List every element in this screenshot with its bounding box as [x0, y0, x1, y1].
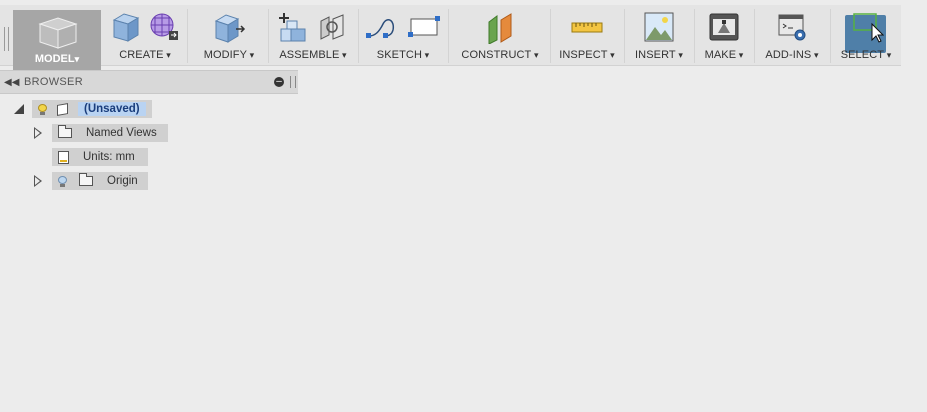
sketch-label: SKETCH [377, 49, 429, 61]
new-component-icon[interactable] [277, 11, 309, 43]
browser-title: BROWSER [24, 76, 83, 88]
toolbar-grip[interactable] [4, 27, 9, 51]
panel-resize-handle[interactable] [290, 76, 296, 88]
push-pull-icon[interactable] [212, 11, 246, 43]
offset-plane-icon[interactable] [483, 10, 517, 44]
construct-menu[interactable]: CONSTRUCT [452, 5, 548, 65]
expand-toggle-icon[interactable] [14, 104, 24, 114]
toolbar-divider [358, 9, 359, 63]
construct-label: CONSTRUCT [461, 49, 538, 61]
origin-node[interactable]: Origin [52, 172, 148, 190]
minimize-icon[interactable]: – [274, 77, 284, 87]
3d-print-icon[interactable] [708, 11, 740, 43]
named-views-label: Named Views [86, 127, 157, 139]
browser-item-named-views[interactable]: Named Views [34, 123, 168, 143]
select-label: SELECT [841, 49, 892, 61]
insert-menu[interactable]: INSERT [626, 5, 692, 65]
modify-label: MODIFY [204, 49, 255, 61]
select-menu[interactable]: SELECT [832, 5, 900, 65]
units-document-icon [58, 150, 69, 164]
units-node[interactable]: Units: mm [52, 148, 148, 166]
add-ins-label: ADD-INS [765, 49, 818, 61]
visibility-bulb-icon[interactable] [38, 103, 47, 115]
collapse-panel-icon[interactable]: ◀◀ [4, 77, 20, 88]
browser-header: ◀◀ BROWSER – [0, 70, 298, 94]
origin-label: Origin [107, 175, 138, 187]
make-label: MAKE [705, 49, 744, 61]
rectangle-icon[interactable] [407, 12, 441, 42]
browser-item-origin[interactable]: Origin [34, 171, 148, 191]
folder-icon [58, 125, 72, 138]
toolbar-divider [550, 9, 551, 63]
modify-menu[interactable]: MODIFY [190, 5, 268, 65]
units-label: Units: mm [83, 151, 135, 163]
create-label: CREATE [119, 49, 171, 61]
spline-icon[interactable] [365, 12, 399, 42]
named-views-node[interactable]: Named Views [52, 124, 168, 142]
insert-image-icon[interactable] [643, 11, 675, 43]
inspect-label: INSPECT [559, 49, 615, 61]
toolbar-divider [448, 9, 449, 63]
expand-toggle-icon[interactable] [34, 175, 42, 187]
browser-root-row[interactable]: (Unsaved) [14, 99, 152, 119]
insert-label: INSERT [635, 49, 683, 61]
joint-icon[interactable] [317, 11, 349, 43]
expand-toggle-icon[interactable] [34, 127, 42, 139]
toolbar-divider [624, 9, 625, 63]
toolbar-divider [268, 9, 269, 63]
toolbar-divider [694, 9, 695, 63]
sketch-menu[interactable]: SKETCH [362, 5, 444, 65]
create-menu[interactable]: CREATE [107, 5, 183, 65]
model-workspace-icon [38, 17, 78, 49]
toolbar-divider [754, 9, 755, 63]
assemble-menu[interactable]: ASSEMBLE [270, 5, 356, 65]
add-ins-menu[interactable]: ADD-INS [756, 5, 828, 65]
visibility-bulb-icon[interactable] [58, 175, 67, 187]
folder-icon [79, 173, 93, 186]
measure-ruler-icon[interactable] [570, 15, 604, 39]
assemble-label: ASSEMBLE [279, 49, 346, 61]
select-cursor-icon[interactable] [848, 10, 884, 44]
form-grid-icon[interactable] [148, 11, 180, 43]
main-toolbar: MODEL CREATE [0, 5, 901, 70]
component-icon [57, 102, 68, 116]
browser-item-units[interactable]: Units: mm [52, 147, 148, 167]
toolbar-divider [187, 9, 188, 63]
workspace-label: MODEL [13, 53, 101, 65]
root-component-name: (Unsaved) [78, 102, 146, 116]
workspace-switcher[interactable]: MODEL [13, 10, 101, 70]
root-component[interactable]: (Unsaved) [32, 100, 152, 118]
inspect-menu[interactable]: INSPECT [552, 5, 622, 65]
box-icon[interactable] [110, 11, 140, 43]
make-menu[interactable]: MAKE [696, 5, 752, 65]
scripts-addins-icon[interactable] [776, 11, 808, 43]
toolbar-divider [830, 9, 831, 63]
